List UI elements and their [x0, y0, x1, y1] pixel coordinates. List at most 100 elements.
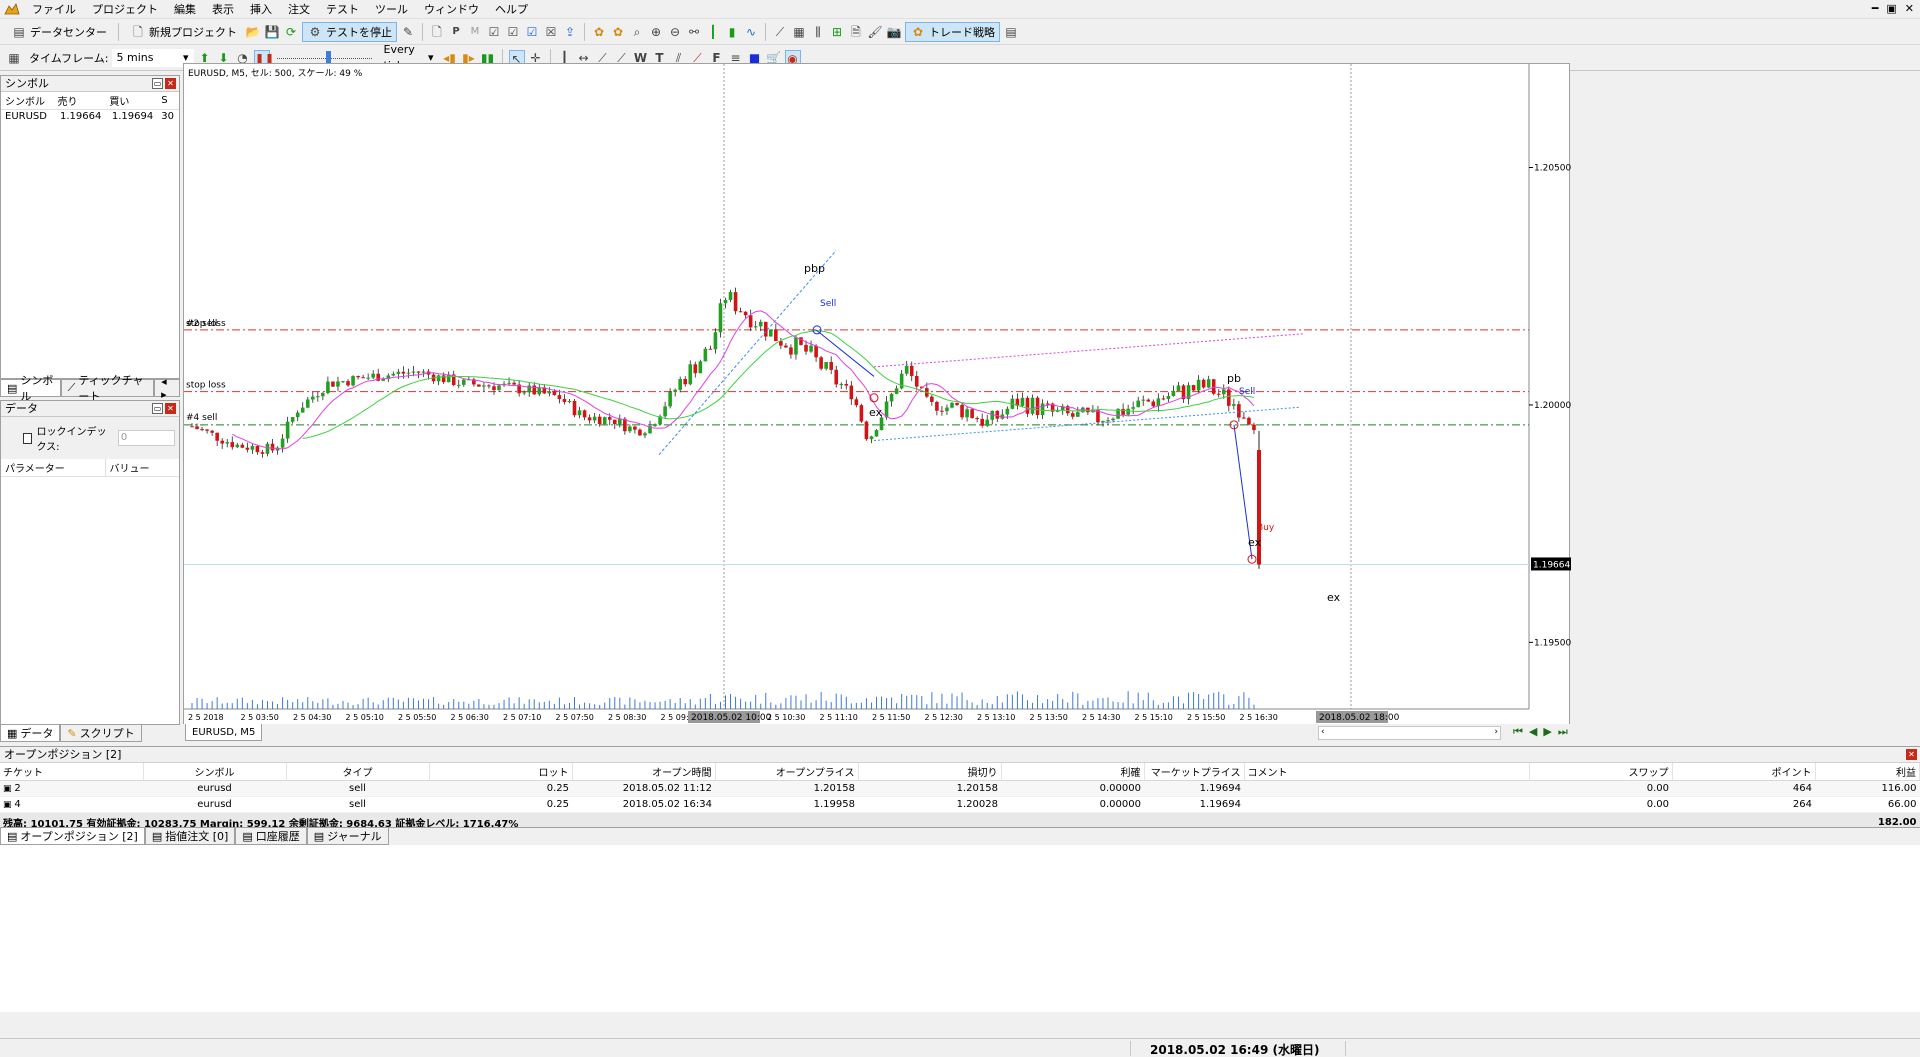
- export-icon[interactable]: ⇪: [562, 24, 578, 40]
- table-row[interactable]: ▣ 2 eurusd sell 0.25 2018.05.02 11:12 1.…: [0, 780, 1920, 797]
- column-header[interactable]: バリュー: [105, 459, 179, 477]
- stop-test-button[interactable]: ⚙ テストを停止: [302, 21, 397, 42]
- column-header[interactable]: シンボル: [1, 92, 54, 110]
- binoculars-icon[interactable]: ⌕: [629, 24, 645, 40]
- minimize-icon[interactable]: ━: [1872, 2, 1879, 15]
- binoculars-icon[interactable]: ⚯: [686, 24, 702, 40]
- last-icon[interactable]: ⏭: [1558, 725, 1568, 739]
- chart-canvas[interactable]: EURUSD, M5, セル: 500, スケール: 49 % 1.20500 1.…: [184, 64, 1571, 724]
- float-icon[interactable]: ▭: [152, 78, 163, 89]
- float-icon[interactable]: ▭: [152, 403, 163, 414]
- column-header[interactable]: マーケットプライス: [1144, 763, 1245, 781]
- column-header[interactable]: オープンプライス: [715, 763, 859, 781]
- bar-chart-icon[interactable]: ┃: [705, 24, 721, 40]
- menu-tools[interactable]: ツール: [367, 0, 416, 19]
- menu-order[interactable]: 注文: [280, 0, 318, 19]
- next-icon[interactable]: ▶: [1543, 725, 1551, 739]
- table-row[interactable]: EURUSD 1.19664 1.19694 30: [1, 110, 179, 124]
- trade-strategy-button[interactable]: ✿ トレード戦略: [905, 21, 1000, 42]
- zoom-out-icon[interactable]: ⊖: [667, 24, 683, 40]
- tab-script[interactable]: ✎ スクリプト: [60, 725, 142, 742]
- candle-body: [1237, 404, 1241, 418]
- column-header[interactable]: スワップ: [1529, 763, 1673, 781]
- tab-account-history[interactable]: ▤ 口座履歴: [235, 828, 307, 845]
- menu-view[interactable]: 表示: [204, 0, 242, 19]
- column-header[interactable]: S: [157, 92, 179, 110]
- column-header[interactable]: 利益: [1815, 763, 1920, 781]
- menu-help[interactable]: ヘルプ: [487, 0, 536, 19]
- column-header[interactable]: コメント: [1244, 763, 1530, 781]
- price-chart[interactable]: EURUSD, M5, セル: 500, スケール: 49 % 1.20500 1.…: [183, 63, 1571, 741]
- tab-open-positions[interactable]: ▤ オープンポジション [2]: [0, 828, 145, 845]
- column-header[interactable]: 損切り: [858, 763, 1002, 781]
- tab-pending-orders[interactable]: ▤ 指値注文 [0]: [144, 828, 236, 845]
- tab-symbols[interactable]: ▤ シンボル: [0, 374, 61, 403]
- p-icon[interactable]: P: [448, 24, 464, 40]
- speed-slider-thumb[interactable]: [326, 50, 331, 63]
- data-center-button[interactable]: ▤ データセンター: [6, 22, 112, 42]
- table-icon[interactable]: ▤: [1003, 24, 1019, 40]
- layout-icon[interactable]: ▦: [6, 50, 22, 66]
- prev-icon[interactable]: ◀: [1529, 725, 1537, 739]
- timeframe-select[interactable]: 5 mins ▾: [111, 48, 194, 67]
- column-header[interactable]: ロット: [429, 763, 573, 781]
- brush-icon[interactable]: 🖌: [867, 24, 883, 40]
- menu-file[interactable]: ファイル: [24, 0, 84, 19]
- volume-icon[interactable]: ⫼: [810, 24, 826, 40]
- close-icon[interactable]: ✕: [1906, 749, 1917, 760]
- column-header[interactable]: オープン時間: [572, 763, 716, 781]
- scroll-left-icon[interactable]: ‹: [1321, 727, 1325, 737]
- column-header[interactable]: チケット: [0, 763, 144, 781]
- menu-window[interactable]: ウィンドウ: [416, 0, 487, 19]
- template-icon[interactable]: 🗎: [848, 24, 864, 40]
- menu-project[interactable]: プロジェクト: [84, 0, 166, 19]
- candle-chart-icon[interactable]: ▮: [724, 24, 740, 40]
- column-header[interactable]: ポイント: [1672, 763, 1816, 781]
- close-icon[interactable]: ✕: [165, 78, 176, 89]
- column-header[interactable]: タイプ: [286, 763, 430, 781]
- close-icon[interactable]: ✕: [165, 403, 176, 414]
- tab-tick-chart[interactable]: ⟋ ティックチャート: [60, 374, 155, 403]
- level-label: #4 sell: [186, 413, 217, 423]
- save-icon[interactable]: 💾: [264, 24, 280, 40]
- new-project-button[interactable]: 🗋 新規プロジェクト: [125, 22, 242, 42]
- line-chart2-icon[interactable]: ⟋: [772, 24, 788, 40]
- m-icon[interactable]: M: [467, 24, 483, 40]
- check-doc-icon[interactable]: ☑: [486, 24, 502, 40]
- grid-icon[interactable]: ▦: [791, 24, 807, 40]
- lock-index-input[interactable]: 0: [117, 430, 176, 446]
- menu-insert[interactable]: 挿入: [242, 0, 280, 19]
- restore-icon[interactable]: ▣: [1886, 2, 1896, 15]
- chart-scrollbar[interactable]: ‹ ›: [1318, 726, 1501, 740]
- robot-icon[interactable]: ✿: [591, 24, 607, 40]
- tab-journal[interactable]: ▤ ジャーナル: [306, 828, 389, 845]
- settings-icon[interactable]: ✎: [400, 24, 416, 40]
- tab-data[interactable]: ▦ データ: [0, 725, 61, 742]
- open-folder-icon[interactable]: 📂: [245, 24, 261, 40]
- line-chart-icon[interactable]: ∿: [743, 24, 759, 40]
- menu-test[interactable]: テスト: [318, 0, 367, 19]
- time-label: 2 5 13:50: [1030, 713, 1068, 722]
- zoom-in-icon[interactable]: ⊕: [648, 24, 664, 40]
- column-header[interactable]: 利確: [1001, 763, 1145, 781]
- camera-icon[interactable]: 📷: [886, 24, 902, 40]
- tab-chart-eurusd[interactable]: EURUSD, M5: [185, 724, 263, 741]
- first-icon[interactable]: ⏮: [1513, 725, 1523, 739]
- indicator-icon[interactable]: ⊞: [829, 24, 845, 40]
- close-icon[interactable]: ✕: [1905, 2, 1914, 15]
- reload-icon[interactable]: ⟳: [283, 24, 299, 40]
- column-header[interactable]: シンボル: [143, 763, 287, 781]
- robot2-icon[interactable]: ✿: [610, 24, 626, 40]
- table-row[interactable]: ▣ 4 eurusd sell 0.25 2018.05.02 16:34 1.…: [0, 796, 1920, 813]
- check-doc2-icon[interactable]: ☑: [505, 24, 521, 40]
- new-document-icon[interactable]: 🗋: [429, 24, 445, 40]
- lock-index-checkbox[interactable]: [23, 432, 33, 444]
- column-header[interactable]: 売り: [53, 92, 106, 110]
- tab-scroll[interactable]: ◂ ▸: [154, 375, 180, 401]
- column-header[interactable]: パラメーター: [1, 459, 106, 477]
- close-doc-icon[interactable]: ☒: [543, 24, 559, 40]
- menu-edit[interactable]: 編集: [166, 0, 204, 19]
- scroll-right-icon[interactable]: ›: [1494, 727, 1498, 737]
- check-doc3-icon[interactable]: ☑: [524, 24, 540, 40]
- column-header[interactable]: 買い: [105, 92, 158, 110]
